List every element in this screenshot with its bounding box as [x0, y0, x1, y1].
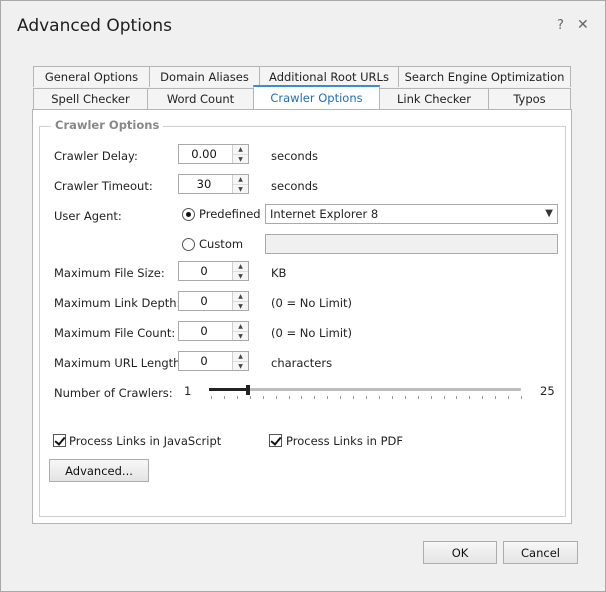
user-agent-select[interactable]: Internet Explorer 8 ▼ — [265, 204, 558, 224]
max-url-length-spinner[interactable]: 0 ▲ ▼ — [178, 351, 249, 371]
tab-domain-aliases[interactable]: Domain Aliases — [149, 66, 260, 87]
max-link-depth-value[interactable]: 0 — [179, 292, 229, 310]
spin-down-icon[interactable]: ▼ — [233, 184, 248, 194]
spin-up-icon[interactable]: ▲ — [233, 262, 248, 271]
crawlers-slider-track[interactable] — [209, 388, 521, 391]
crawler-delay-unit: seconds — [271, 149, 319, 163]
slider-tick — [366, 396, 367, 399]
slider-tick — [314, 396, 315, 399]
crawler-timeout-value[interactable]: 30 — [179, 175, 229, 193]
tab-link-checker[interactable]: Link Checker — [379, 88, 489, 109]
advanced-options-dialog: Advanced Options ? ✕ General Options Dom… — [0, 0, 606, 592]
tab-additional-root-urls[interactable]: Additional Root URLs — [259, 66, 399, 87]
slider-tick — [327, 396, 328, 399]
tab-crawler-options[interactable]: Crawler Options — [253, 85, 380, 109]
spin-up-icon[interactable]: ▲ — [233, 322, 248, 331]
slider-tick — [237, 396, 238, 399]
slider-tick — [495, 396, 496, 399]
crawler-timeout-label: Crawler Timeout: — [54, 179, 153, 193]
crawler-delay-label: Crawler Delay: — [54, 149, 138, 163]
spin-up-icon[interactable]: ▲ — [233, 292, 248, 301]
slider-tick — [301, 396, 302, 399]
process-js-label: Process Links in JavaScript — [69, 434, 222, 448]
max-file-count-value[interactable]: 0 — [179, 322, 229, 340]
crawler-timeout-unit: seconds — [271, 179, 319, 193]
slider-min-label: 1 — [184, 384, 192, 398]
max-file-size-label: Maximum File Size: — [54, 266, 165, 280]
slider-tick — [224, 396, 225, 399]
custom-label: Custom — [199, 237, 244, 251]
group-title: Crawler Options — [51, 118, 164, 132]
spin-down-icon[interactable]: ▼ — [233, 271, 248, 281]
chevron-down-icon[interactable]: ▼ — [545, 205, 553, 223]
slider-tick — [340, 396, 341, 399]
slider-tick — [521, 396, 522, 399]
slider-max-label: 25 — [540, 384, 555, 398]
max-file-count-spinner[interactable]: 0 ▲ ▼ — [178, 321, 249, 341]
slider-tick — [405, 396, 406, 399]
slider-tick — [418, 396, 419, 399]
slider-tick — [456, 396, 457, 399]
crawler-delay-value[interactable]: 0.00 — [179, 145, 229, 163]
crawler-delay-spinner[interactable]: 0.00 ▲ ▼ — [178, 144, 249, 164]
slider-tick — [379, 396, 380, 399]
max-file-size-spinner[interactable]: 0 ▲ ▼ — [178, 261, 249, 281]
max-link-depth-label: Maximum Link Depth: — [54, 296, 181, 310]
max-url-length-label: Maximum URL Length: — [54, 356, 185, 370]
slider-tick — [276, 396, 277, 399]
spin-down-icon[interactable]: ▼ — [233, 154, 248, 164]
spin-down-icon[interactable]: ▼ — [233, 301, 248, 311]
ok-button[interactable]: OK — [423, 541, 497, 564]
custom-radio[interactable] — [182, 238, 195, 251]
close-icon[interactable]: ✕ — [577, 17, 589, 33]
slider-tick — [431, 396, 432, 399]
slider-tick — [353, 396, 354, 399]
spin-up-icon[interactable]: ▲ — [233, 145, 248, 154]
slider-tick — [289, 396, 290, 399]
custom-user-agent-input[interactable] — [265, 234, 558, 254]
dialog-title: Advanced Options — [17, 16, 172, 36]
max-url-length-value[interactable]: 0 — [179, 352, 229, 370]
slider-tick — [263, 396, 264, 399]
slider-tick — [250, 396, 251, 399]
spin-up-icon[interactable]: ▲ — [233, 352, 248, 361]
max-file-count-label: Maximum File Count: — [54, 326, 176, 340]
crawlers-slider-thumb[interactable] — [246, 385, 250, 395]
slider-tick — [469, 396, 470, 399]
crawlers-slider-fill — [209, 388, 248, 391]
tab-word-count[interactable]: Word Count — [147, 88, 254, 109]
spin-up-icon[interactable]: ▲ — [233, 175, 248, 184]
user-agent-selected-value: Internet Explorer 8 — [270, 207, 379, 221]
slider-tick — [444, 396, 445, 399]
max-link-depth-hint: (0 = No Limit) — [271, 296, 353, 310]
tab-search-engine-optimization[interactable]: Search Engine Optimization — [398, 66, 571, 87]
process-js-checkbox[interactable] — [53, 434, 66, 447]
spin-down-icon[interactable]: ▼ — [233, 331, 248, 341]
tab-spell-checker[interactable]: Spell Checker — [33, 88, 148, 109]
max-file-size-value[interactable]: 0 — [179, 262, 229, 280]
crawler-timeout-spinner[interactable]: 30 ▲ ▼ — [178, 174, 249, 194]
spin-down-icon[interactable]: ▼ — [233, 361, 248, 371]
max-url-length-unit: characters — [271, 356, 333, 370]
cancel-button[interactable]: Cancel — [503, 541, 578, 564]
help-icon[interactable]: ? — [557, 18, 564, 33]
slider-tick — [392, 396, 393, 399]
predefined-label: Predefined — [199, 207, 261, 221]
slider-tick — [211, 396, 212, 399]
max-file-count-hint: (0 = No Limit) — [271, 326, 353, 340]
number-of-crawlers-label: Number of Crawlers: — [54, 386, 173, 400]
process-pdf-checkbox[interactable] — [269, 434, 282, 447]
process-pdf-label: Process Links in PDF — [286, 434, 404, 448]
slider-ticks — [211, 396, 522, 400]
tab-typos[interactable]: Typos — [488, 88, 571, 109]
slider-tick — [508, 396, 509, 399]
predefined-radio[interactable] — [182, 208, 195, 221]
user-agent-label: User Agent: — [54, 209, 122, 223]
advanced-button[interactable]: Advanced... — [49, 459, 149, 482]
tab-general-options[interactable]: General Options — [33, 66, 150, 87]
max-file-size-unit: KB — [271, 266, 287, 280]
slider-tick — [482, 396, 483, 399]
max-link-depth-spinner[interactable]: 0 ▲ ▼ — [178, 291, 249, 311]
